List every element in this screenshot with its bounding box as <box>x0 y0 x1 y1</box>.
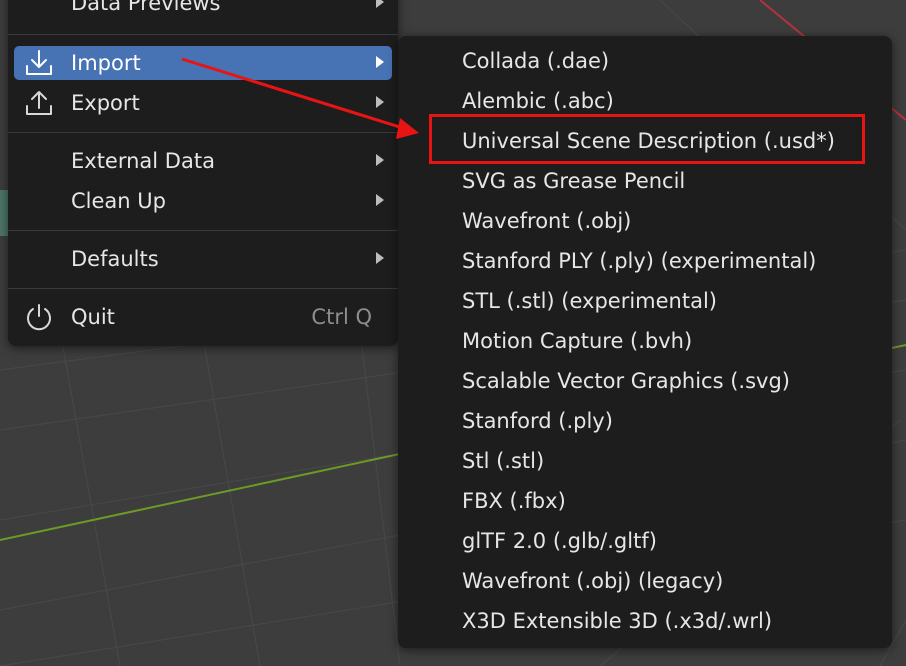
annotation-arrow <box>181 57 419 139</box>
